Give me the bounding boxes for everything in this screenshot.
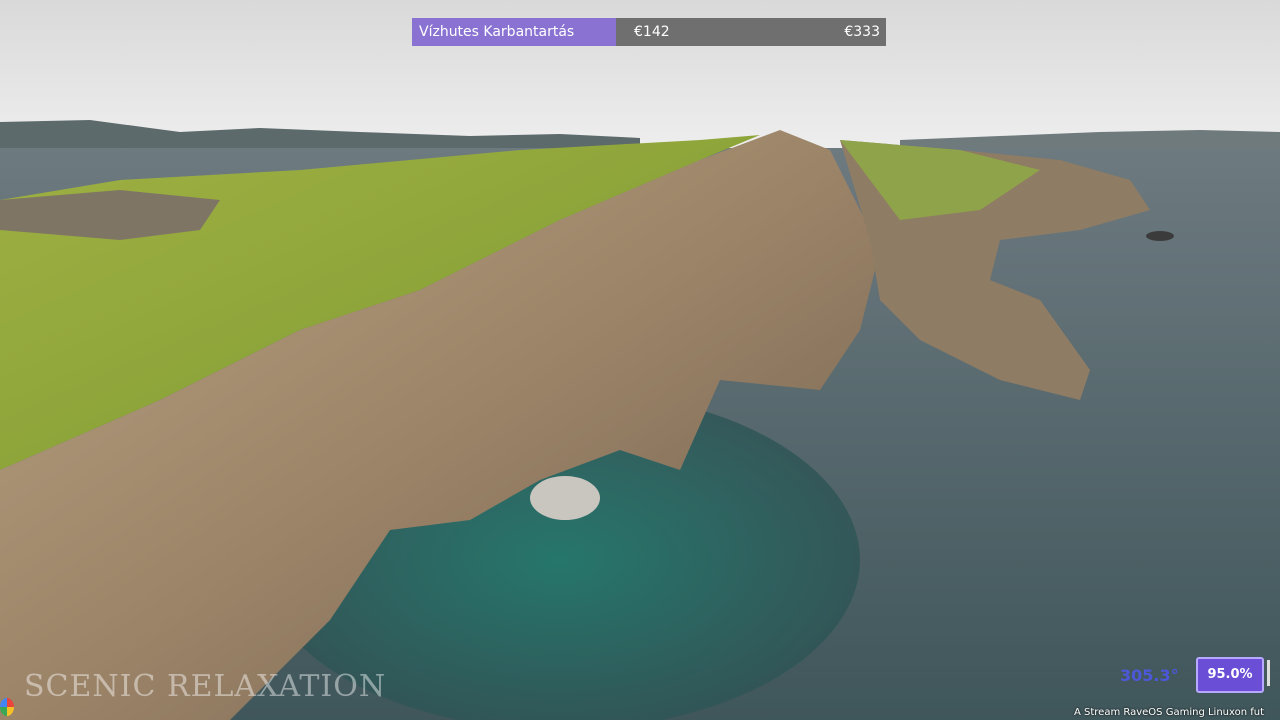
zoom-level-badge: 95.0% xyxy=(1196,657,1264,693)
stream-footer-text: A Stream RaveOS Gaming Linuxon fut xyxy=(1074,707,1265,718)
goal-target-amount: €333 xyxy=(844,24,880,40)
app-logo-icon xyxy=(0,698,14,716)
heading-readout: 305.3° xyxy=(1120,666,1179,685)
badge-divider xyxy=(1267,660,1270,686)
scenic-background xyxy=(0,0,1280,720)
goal-label: Vízhutes Karbantartás xyxy=(419,24,575,40)
goal-progress-bar: Vízhutes Karbantartás €142 €333 xyxy=(412,18,886,46)
goal-current-amount: €142 xyxy=(634,24,670,40)
channel-watermark: SCENIC RELAXATION xyxy=(24,669,387,704)
